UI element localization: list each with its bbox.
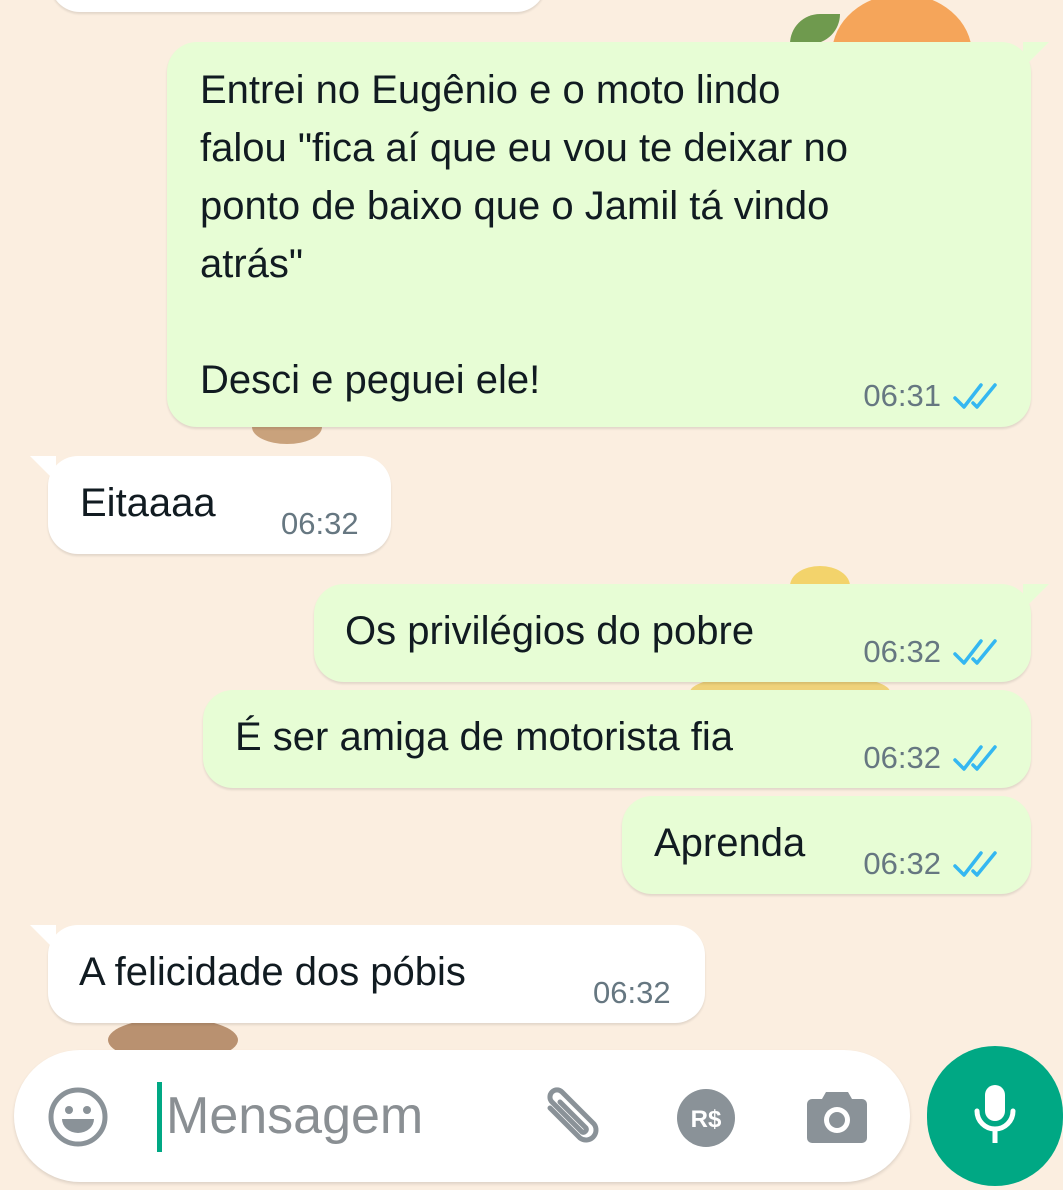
camera-icon[interactable] xyxy=(806,1088,868,1149)
message-time: 06:32 xyxy=(593,975,671,1010)
mic-icon xyxy=(972,1083,1018,1150)
message-meta: 06:32 xyxy=(863,740,1001,776)
emoji-icon[interactable] xyxy=(47,1086,109,1153)
message-time: 06:32 xyxy=(863,846,941,881)
message-text: Eitaaaa xyxy=(80,481,216,525)
message-bubble-incoming[interactable]: Eitaaaa 06:32 xyxy=(30,456,391,554)
message-bubble-outgoing[interactable]: Aprenda 06:32 xyxy=(622,796,1031,894)
message-time: 06:32 xyxy=(863,634,941,669)
message-bubble-incoming[interactable]: A felicidade dos póbis 06:32 xyxy=(30,925,705,1023)
message-text: Aprenda xyxy=(654,821,806,865)
read-receipt-icon xyxy=(953,637,1001,667)
message-meta: 06:32 xyxy=(281,506,359,542)
message-bubble-outgoing[interactable]: Entrei no Eugênio e o moto lindo falou "… xyxy=(167,42,1049,427)
message-meta: 06:32 xyxy=(863,634,1001,670)
message-bubble-outgoing[interactable]: É ser amiga de motorista fia 06:32 xyxy=(203,690,1031,788)
payment-icon[interactable]: R$ xyxy=(676,1088,736,1153)
message-time: 06:32 xyxy=(281,506,359,541)
message-meta: 06:32 xyxy=(863,846,1001,882)
text-cursor xyxy=(157,1082,162,1152)
message-input[interactable] xyxy=(166,1078,526,1154)
message-meta: 06:31 xyxy=(863,378,1001,414)
message-bubble-outgoing[interactable]: Os privilégios do pobre 06:32 xyxy=(314,584,1049,682)
message-text: Entrei no Eugênio e o moto lindo falou "… xyxy=(200,68,848,402)
wallpaper-leaf-doodle xyxy=(790,14,840,44)
read-receipt-icon xyxy=(953,743,1001,773)
message-meta: 06:32 xyxy=(593,975,671,1011)
message-time: 06:31 xyxy=(863,378,941,413)
message-text: Os privilégios do pobre xyxy=(345,609,755,653)
read-receipt-icon xyxy=(953,849,1001,879)
message-bubble-incoming[interactable] xyxy=(50,0,546,12)
voice-message-button[interactable] xyxy=(927,1046,1063,1186)
message-composer: R$ xyxy=(14,1050,910,1182)
attach-icon[interactable] xyxy=(540,1086,610,1157)
message-time: 06:32 xyxy=(863,740,941,775)
message-text: É ser amiga de motorista fia xyxy=(235,715,733,759)
read-receipt-icon xyxy=(953,381,1001,411)
payment-label: R$ xyxy=(691,1106,722,1133)
message-text: A felicidade dos póbis xyxy=(79,950,466,994)
